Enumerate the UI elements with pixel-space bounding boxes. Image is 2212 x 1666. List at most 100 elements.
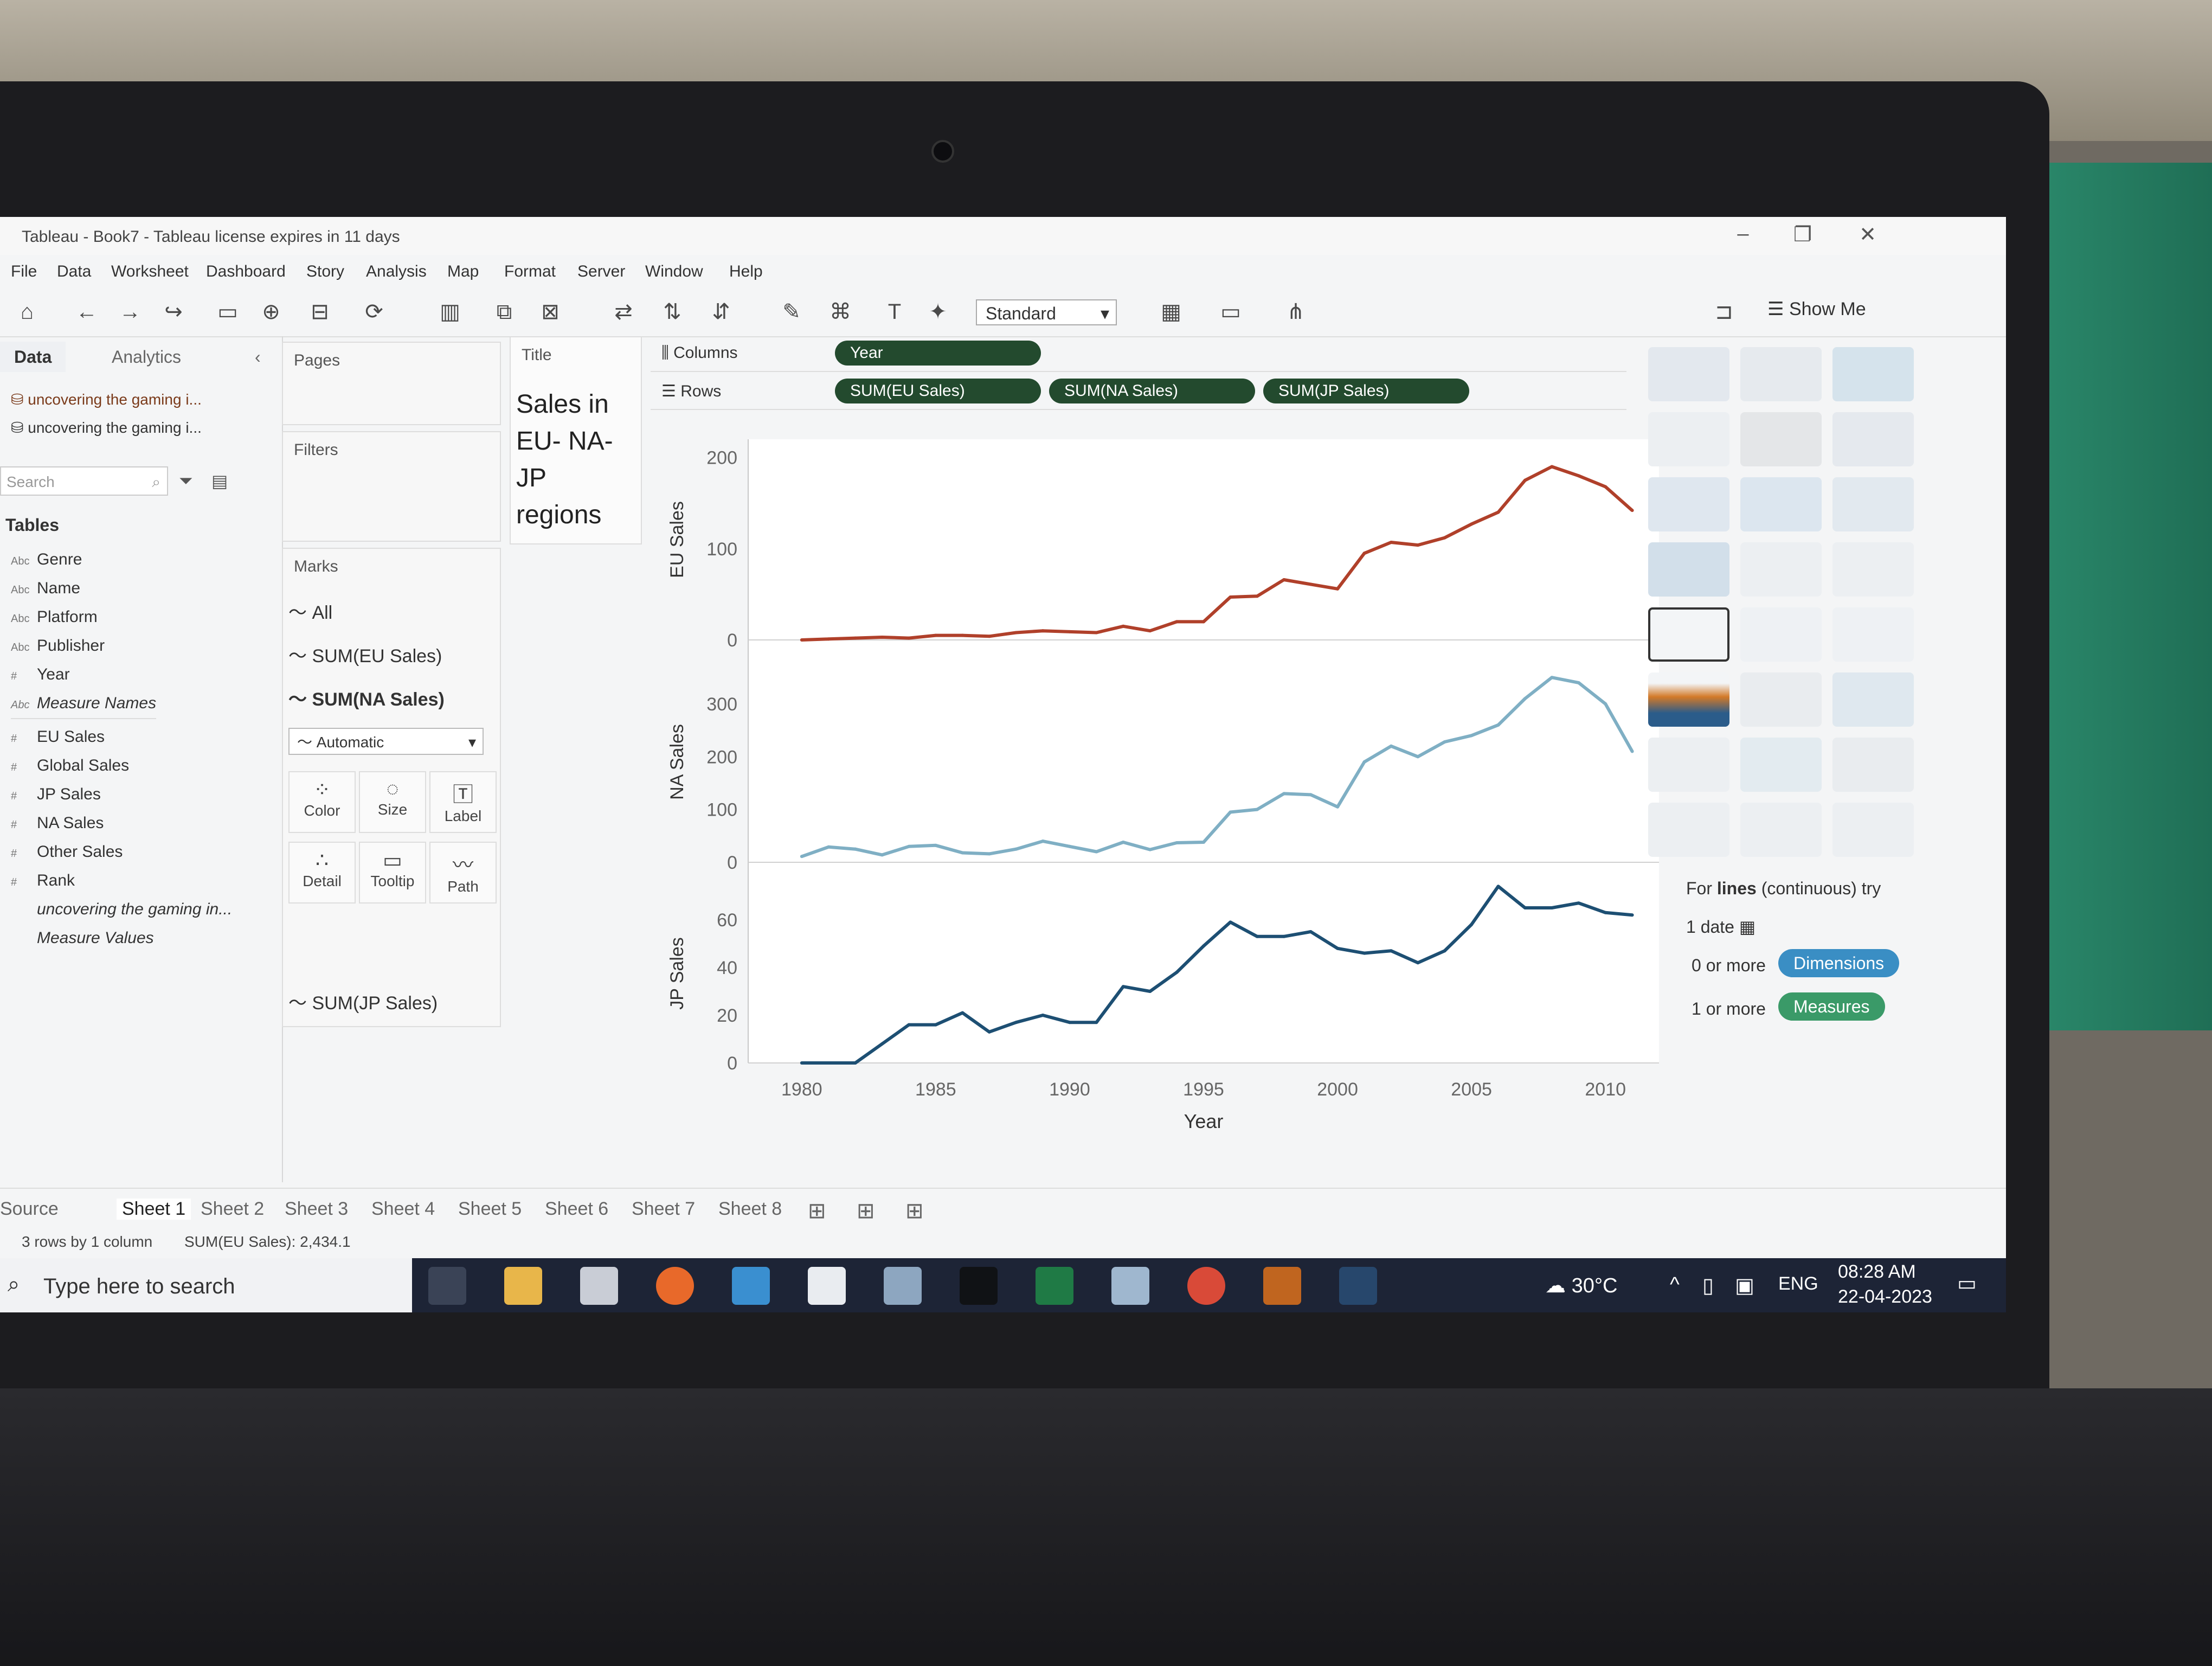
pill-year[interactable]: Year [835,341,1041,366]
tab-sheet-7[interactable]: Sheet 7 [632,1199,695,1220]
marks-jp-row[interactable]: 〜 SUM(JP Sales) [288,988,438,1015]
menu-help[interactable]: Help [729,262,763,281]
side-by-side-bars-thumb[interactable] [1832,477,1914,531]
sales-line-chart[interactable]: 0 100 200 EU Sales 0 100 200 300 NA Sales 0 20 40 60… [651,423,1670,1144]
share-icon[interactable]: ⋔ [1279,297,1312,326]
menu-server[interactable]: Server [577,262,625,281]
file-explorer-icon[interactable] [504,1267,542,1305]
tableau-icon[interactable] [1339,1267,1377,1305]
refresh-icon[interactable]: ⟳ [358,297,390,326]
pill-eu-sales[interactable]: SUM(EU Sales) [835,379,1041,403]
mark-type-select[interactable]: 〜 Automatic ▾ [288,728,484,755]
redo-icon[interactable]: → [114,297,146,326]
weather[interactable]: ☁ 30°C [1545,1273,1617,1298]
clock-time[interactable]: 08:28 AM [1838,1261,1916,1283]
clock-date[interactable]: 22-04-2023 [1838,1286,1932,1308]
gantt-thumb[interactable] [1648,803,1729,857]
area-continuous-thumb[interactable] [1648,672,1729,727]
tab-sheet-2[interactable]: Sheet 2 [201,1199,264,1220]
field-year[interactable]: # Year [11,665,70,684]
tab-data-source[interactable]: Source [0,1199,59,1220]
label-icon[interactable]: T [878,297,911,326]
pin-toolbar-icon[interactable]: ⊐ [1708,297,1740,326]
task-view-icon[interactable] [428,1267,466,1305]
stacked-bars-thumb[interactable] [1740,477,1822,531]
new-story-icon[interactable]: ⊞ [905,1199,924,1223]
pin-icon[interactable]: ✦ [922,297,954,326]
text-table-thumb[interactable] [1648,347,1729,401]
menu-map[interactable]: Map [447,262,479,281]
field-publisher[interactable]: Abc Publisher [11,637,105,655]
field-eu-sales[interactable]: # EU Sales [11,728,105,746]
tab-sheet-3[interactable]: Sheet 3 [285,1199,348,1220]
new-worksheet-icon[interactable]: ⊞ [808,1199,826,1223]
new-dashboard-icon[interactable]: ⊞ [857,1199,875,1223]
field-count[interactable]: uncovering the gaming in... [11,900,232,919]
heat-map-thumb[interactable] [1740,347,1822,401]
presentation-icon[interactable]: ▭ [1214,297,1247,326]
filter-icon[interactable]: ⏷ [179,471,193,491]
notepad-icon[interactable] [808,1267,846,1305]
chevron-up-icon[interactable]: ^ [1670,1273,1680,1297]
symbol-map-thumb[interactable] [1648,412,1729,466]
dual-lines-thumb[interactable] [1832,607,1914,662]
field-rank[interactable]: # Rank [11,872,75,890]
minimize-icon[interactable]: – [1724,222,1762,246]
dual-combination-thumb[interactable] [1832,672,1914,727]
side-by-side-circles-thumb[interactable] [1832,542,1914,597]
packed-bubbles-thumb[interactable] [1832,803,1914,857]
tooltip-button[interactable]: ▭ Tooltip [359,842,426,904]
notifications-icon[interactable]: ▭ [1957,1271,1977,1296]
menu-story[interactable]: Story [306,262,344,281]
area-discrete-thumb[interactable] [1740,672,1822,727]
menu-window[interactable]: Window [645,262,703,281]
menu-file[interactable]: File [11,262,37,281]
clear-sheet-icon[interactable]: ⊠ [534,297,567,326]
filled-map-thumb[interactable] [1740,412,1822,466]
title-card[interactable]: Title Sales in EU- NA- JP regions [510,336,642,544]
pie-chart-thumb[interactable] [1832,412,1914,466]
bullet-graph-thumb[interactable] [1740,803,1822,857]
group-icon[interactable]: ⌘ [824,297,857,326]
datasource-item[interactable]: ⛁ uncovering the gaming i... [11,419,202,437]
tab-analytics[interactable]: Analytics [98,342,195,372]
network-icon[interactable]: ▣ [1735,1273,1754,1298]
new-worksheet-icon[interactable]: ▥ [434,297,466,326]
search-input[interactable]: Search ⌕ [0,466,168,496]
language-indicator[interactable]: ENG [1778,1273,1818,1295]
collapse-icon[interactable]: ‹ [255,347,261,367]
menu-worksheet[interactable]: Worksheet [111,262,189,281]
label-button[interactable]: 🅃 Label [429,771,497,833]
close-icon[interactable]: ✕ [1849,222,1887,247]
size-button[interactable]: ◌ Size [359,771,426,833]
duplicate-icon[interactable]: ⧉ [488,297,520,326]
marks-na-row[interactable]: 〜 SUM(NA Sales) [288,684,445,711]
highlight-icon[interactable]: ✎ [775,297,808,326]
box-whisker-thumb[interactable] [1832,738,1914,792]
color-button[interactable]: ⁘ Color [288,771,356,833]
sort-ascending-icon[interactable]: ⇅ [656,297,689,326]
histogram-thumb[interactable] [1740,738,1822,792]
show-me-button[interactable]: ☰ Show Me [1767,298,1866,320]
field-na-sales[interactable]: # NA Sales [11,814,104,832]
tab-sheet-1[interactable]: Sheet 1 [117,1199,191,1220]
highlight-table-thumb[interactable] [1832,347,1914,401]
tab-sheet-4[interactable]: Sheet 4 [371,1199,435,1220]
photos-icon[interactable] [884,1267,922,1305]
fit-select[interactable]: Standard ▾ [976,299,1117,325]
menu-data[interactable]: Data [57,262,91,281]
horizontal-bars-thumb[interactable] [1648,477,1729,531]
filters-card[interactable]: Filters [282,431,501,542]
replay-icon[interactable]: ↪ [157,297,190,326]
field-name[interactable]: Abc Name [11,579,80,598]
view-options-icon[interactable]: ▤ [211,471,228,491]
field-jp-sales[interactable]: # JP Sales [11,785,101,804]
firefox-icon[interactable] [656,1267,694,1305]
snipping-tool-icon[interactable] [1111,1267,1149,1305]
menu-format[interactable]: Format [504,262,556,281]
rows-shelf[interactable]: ☰ Rows SUM(EU Sales) SUM(NA Sales) SUM(J… [651,374,1626,410]
lines-discrete-thumb[interactable] [1740,607,1822,662]
battery-icon[interactable]: ▯ [1702,1273,1714,1298]
field-genre[interactable]: Abc Genre [11,550,82,569]
marks-eu-row[interactable]: 〜 SUM(EU Sales) [288,641,442,668]
